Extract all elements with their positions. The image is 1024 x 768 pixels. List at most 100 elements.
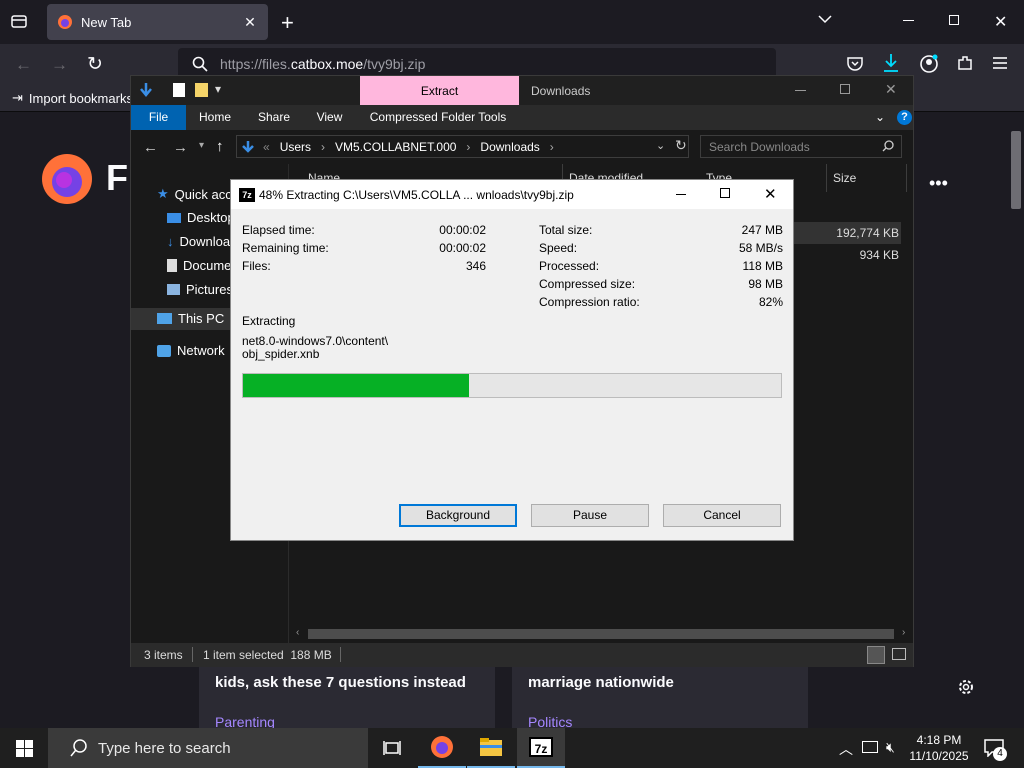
extract-progress-dialog: 7z 48% Extracting C:\Users\VM5.COLLA ...… [230, 179, 794, 541]
pictures-icon [167, 284, 180, 295]
menu-icon[interactable] [992, 56, 1008, 70]
network-icon[interactable] [862, 741, 878, 753]
compression-ratio-label: Compression ratio: [539, 295, 640, 309]
tab-compressed-folder-tools[interactable]: Compressed Folder Tools [363, 105, 513, 130]
nav-pictures[interactable]: Pictures [161, 282, 233, 297]
list-all-tabs-icon[interactable] [10, 12, 28, 30]
import-bookmarks-button[interactable]: ⇥ Import bookmarks [12, 90, 133, 106]
taskbar-firefox[interactable] [418, 728, 466, 768]
elapsed-label: Elapsed time: [242, 223, 315, 237]
scroll-left-icon[interactable]: ‹ [296, 627, 299, 638]
close-icon[interactable]: ✕ [764, 185, 777, 203]
chevron-down-icon[interactable] [818, 12, 832, 26]
taskbar-search-box[interactable]: Type here to search [48, 728, 368, 768]
firefox-icon [57, 14, 73, 30]
up-icon[interactable]: ↑ [216, 138, 224, 155]
minimize-icon[interactable] [676, 194, 686, 195]
close-window-icon[interactable]: ✕ [994, 12, 1007, 32]
import-icon: ⇥ [12, 90, 23, 105]
processed-label: Processed: [539, 259, 600, 273]
qat-dropdown-icon[interactable]: ▾ [215, 82, 221, 96]
nav-desktop[interactable]: Desktop [161, 210, 235, 225]
processed-value: 118 MB [742, 259, 783, 273]
breadcrumb-downloads[interactable]: Downloads [480, 140, 539, 154]
new-tab-icon[interactable]: + [281, 10, 294, 36]
elapsed-value: 00:00:02 [439, 223, 486, 237]
taskbar-7zip[interactable]: 7z [517, 728, 565, 768]
tab-new-tab[interactable]: New Tab ✕ [47, 4, 268, 40]
chevron-up-icon[interactable]: ︿ [839, 739, 853, 759]
back-icon[interactable]: ← [143, 139, 158, 156]
column-size[interactable]: Size [833, 171, 856, 185]
properties-icon[interactable] [173, 83, 185, 97]
scrollbar-thumb[interactable] [308, 629, 894, 639]
extracting-label: Extracting [242, 314, 296, 328]
pocket-icon[interactable] [846, 54, 864, 72]
window-title: Downloads [531, 84, 591, 98]
card-category: Politics [528, 714, 573, 728]
maximize-icon[interactable] [840, 84, 850, 94]
search-downloads-input[interactable]: Search Downloads [700, 135, 902, 158]
horizontal-scrollbar[interactable]: ‹ › [290, 626, 912, 642]
large-icons-view-icon[interactable] [892, 648, 906, 660]
background-button[interactable]: Background [399, 504, 517, 527]
taskbar-file-explorer[interactable] [467, 728, 515, 768]
gear-icon[interactable] [957, 678, 975, 696]
volume-muted-icon[interactable]: 🔇︎ [886, 739, 895, 756]
breadcrumb-users[interactable]: Users [280, 140, 311, 154]
back-icon[interactable]: ← [15, 55, 32, 75]
address-bar[interactable]: « Users › VM5.COLLABNET.000 › Downloads … [236, 135, 689, 158]
forward-icon[interactable]: → [173, 139, 188, 156]
search-icon [882, 140, 894, 152]
forward-icon[interactable]: → [51, 55, 68, 75]
account-icon[interactable] [919, 54, 939, 74]
new-folder-icon[interactable] [195, 83, 208, 97]
explorer-title-bar: ▾ Extract Downloads ✕ [131, 76, 913, 105]
tab-share[interactable]: Share [249, 105, 299, 130]
star-icon: ★ [157, 186, 169, 201]
task-view-button[interactable] [368, 728, 416, 768]
compressed-size-label: Compressed size: [539, 277, 636, 291]
close-tab-icon[interactable]: ✕ [238, 14, 262, 31]
overflow-icon[interactable]: « [263, 140, 270, 154]
tab-home[interactable]: Home [190, 105, 240, 130]
details-view-icon[interactable] [867, 646, 885, 664]
recent-dropdown-icon[interactable]: ▾ [199, 140, 204, 151]
extensions-icon[interactable] [956, 54, 974, 72]
task-view-icon [383, 740, 401, 756]
nav-this-pc[interactable]: This PC [151, 311, 224, 326]
refresh-icon[interactable]: ↻ [675, 137, 687, 154]
breadcrumb-vm5[interactable]: VM5.COLLABNET.000 [335, 140, 456, 154]
minimize-icon[interactable] [795, 90, 806, 91]
firefox-icon [430, 735, 454, 759]
cancel-button[interactable]: Cancel [663, 504, 781, 527]
extract-tab[interactable]: Extract [360, 76, 519, 105]
restore-icon[interactable] [949, 15, 959, 25]
chevron-down-icon[interactable]: ⌄ [875, 110, 885, 124]
nav-network[interactable]: Network [151, 343, 225, 358]
close-icon[interactable]: ✕ [885, 81, 897, 98]
search-icon [70, 739, 88, 757]
address-dropdown-icon[interactable]: ⌄ [656, 139, 665, 152]
total-size-label: Total size: [539, 223, 593, 237]
reload-icon[interactable]: ↻ [87, 53, 103, 76]
notification-badge: 4 [993, 747, 1007, 761]
tab-view[interactable]: View [307, 105, 352, 130]
minimize-icon[interactable] [903, 20, 914, 21]
firefox-tab-bar: New Tab ✕ + ✕ [0, 0, 1024, 44]
help-icon[interactable]: ? [897, 110, 912, 125]
start-button[interactable] [0, 728, 48, 768]
downloads-icon[interactable] [882, 53, 900, 73]
scrollbar-thumb[interactable] [1011, 131, 1021, 209]
clock[interactable]: 4:18 PM 11/10/2025 [906, 732, 972, 764]
scroll-right-icon[interactable]: › [902, 627, 905, 638]
pause-button[interactable]: Pause [531, 504, 649, 527]
import-bookmarks-label: Import bookmarks [28, 90, 133, 106]
maximize-icon[interactable] [720, 188, 730, 198]
more-options-icon[interactable]: ••• [929, 173, 948, 194]
current-file-name: obj_spider.xnb [242, 347, 320, 361]
page-scrollbar[interactable] [1008, 113, 1024, 728]
tab-file[interactable]: File [131, 105, 186, 130]
compression-ratio-value: 82% [758, 295, 783, 309]
file-size: 934 KB [859, 248, 899, 262]
